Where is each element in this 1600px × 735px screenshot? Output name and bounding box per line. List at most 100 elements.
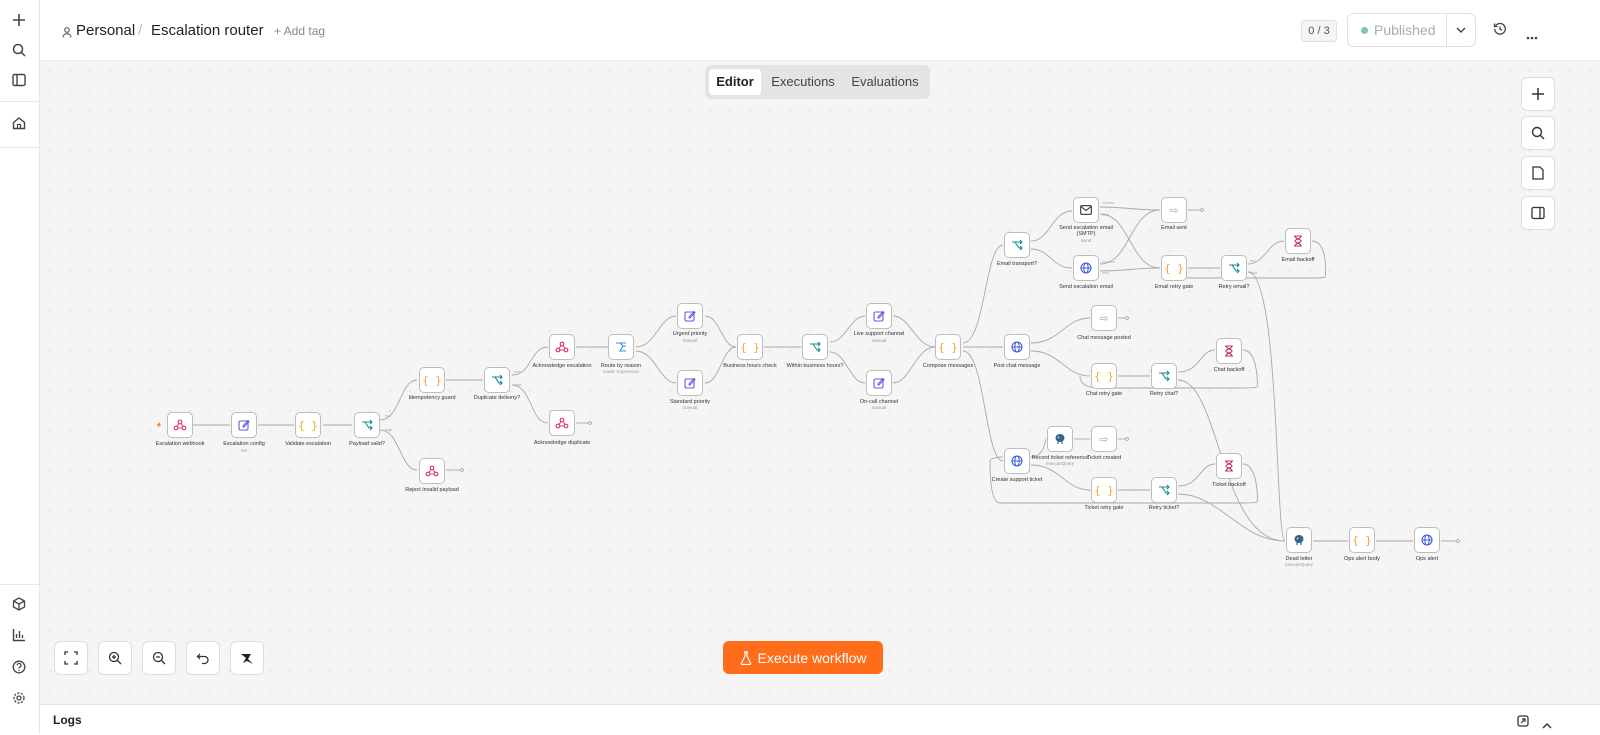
node-record-ticket-reference[interactable] (1047, 426, 1073, 452)
node-email-transport[interactable] (1004, 232, 1030, 258)
node-duplicate-delivery[interactable] (484, 367, 510, 393)
node-label: Retry chat? (1149, 391, 1179, 397)
node-label: Reject invalid payload (405, 487, 459, 493)
node-payload-valid[interactable] (354, 412, 380, 438)
node-label: Ops alert (1415, 556, 1439, 562)
chart-icon[interactable] (7, 623, 31, 647)
node-create-support-ticket[interactable] (1004, 448, 1030, 474)
webhook-icon (173, 419, 187, 431)
node-route-by-reason[interactable] (608, 334, 634, 360)
node-label: Send escalation email (1059, 284, 1113, 290)
node-acknowledge-escalation[interactable] (549, 334, 575, 360)
node-dead-letter[interactable] (1286, 527, 1312, 553)
fit-view-button[interactable] (54, 641, 88, 675)
node-ops-alert[interactable] (1414, 527, 1440, 553)
port-label: false (514, 383, 522, 387)
node-subtitle: set (240, 448, 248, 453)
add-tag-button[interactable]: + Add tag (274, 24, 325, 38)
globe-icon (1011, 341, 1023, 353)
help-icon[interactable] (7, 655, 31, 679)
node-chat-retry-gate[interactable]: { } (1091, 363, 1117, 389)
publish-label: Published (1374, 22, 1436, 38)
node-ticket-retry-gate[interactable]: { } (1091, 477, 1117, 503)
node-validate-escalation[interactable]: { } (295, 412, 321, 438)
node-retry-ticket[interactable] (1151, 477, 1177, 503)
node-email-retry-gate[interactable]: { } (1161, 255, 1187, 281)
node-send-escalation-email-smtp[interactable] (1073, 197, 1099, 223)
add-sticky-note-button[interactable] (1521, 156, 1555, 190)
node-email-backoff[interactable] (1285, 228, 1311, 254)
node-ticket-created[interactable]: ⇨ (1091, 426, 1117, 452)
packages-icon[interactable] (7, 592, 31, 616)
node-urgent-priority[interactable] (677, 303, 703, 329)
publish-button[interactable]: Published (1347, 13, 1449, 47)
node-on-call-channel[interactable] (866, 370, 892, 396)
code-icon: { } (938, 340, 958, 354)
publish-dropdown-button[interactable] (1446, 13, 1476, 47)
node-ops-alert-body[interactable]: { } (1349, 527, 1375, 553)
node-reject-invalid-payload[interactable] (419, 458, 445, 484)
node-standard-priority[interactable] (677, 370, 703, 396)
node-business-hours-check[interactable]: { } (737, 334, 763, 360)
hourglass-icon (1225, 345, 1233, 357)
pop-out-icon[interactable] (1517, 714, 1529, 732)
plus-icon[interactable] (7, 8, 31, 32)
zoom-out-button[interactable] (142, 641, 176, 675)
chevron-up-icon[interactable] (1542, 716, 1552, 734)
node-label: Ticket retry gate (1084, 505, 1124, 511)
breadcrumb-project[interactable]: Personal (76, 22, 135, 39)
node-send-escalation-email[interactable] (1073, 255, 1099, 281)
home-icon[interactable] (7, 111, 31, 135)
tidy-up-icon (241, 654, 253, 664)
add-node-button[interactable] (1521, 77, 1555, 111)
undo-button[interactable] (186, 641, 220, 675)
tab-editor[interactable]: Editor (709, 69, 761, 95)
node-ticket-backoff[interactable] (1216, 453, 1242, 479)
hourglass-icon (1294, 235, 1302, 247)
breadcrumb-separator: / (138, 22, 143, 39)
node-chat-backoff[interactable] (1216, 338, 1242, 364)
code-icon: { } (298, 418, 318, 432)
node-idempotency-guard[interactable]: { } (419, 367, 445, 393)
more-options-icon[interactable] (1526, 27, 1538, 45)
arrow-right-icon: ⇨ (1099, 433, 1109, 446)
node-email-sent[interactable]: ⇨ (1161, 197, 1187, 223)
node-escalation-webhook[interactable] (167, 412, 193, 438)
sidebar-icon[interactable] (7, 68, 31, 92)
workflow-canvas[interactable]: Escalation webhook Escalation config set… (40, 61, 1600, 704)
workflow-name[interactable]: Escalation router (151, 22, 264, 39)
tidy-up-button[interactable] (230, 641, 264, 675)
if-branch-icon (1159, 370, 1170, 382)
execute-workflow-button[interactable]: Execute workflow (723, 641, 883, 674)
edit-icon (873, 310, 885, 322)
zoom-in-button[interactable] (98, 641, 132, 675)
logs-label: Logs (53, 713, 82, 727)
postgres-icon (1294, 535, 1304, 545)
node-escalation-config[interactable] (231, 412, 257, 438)
toggle-panel-button[interactable] (1521, 196, 1555, 230)
left-sidebar (0, 0, 40, 734)
node-post-chat-message[interactable] (1004, 334, 1030, 360)
port-label: success (1102, 260, 1115, 264)
node-label: Compose messages (922, 363, 974, 369)
user-icon (62, 25, 72, 43)
search-icon[interactable] (7, 38, 31, 62)
logs-panel-bar[interactable]: Logs (40, 704, 1600, 735)
settings-icon[interactable] (7, 686, 31, 710)
node-within-business-hours[interactable] (802, 334, 828, 360)
node-compose-messages[interactable]: { } (935, 334, 961, 360)
note-icon (1532, 166, 1544, 180)
node-acknowledge-duplicate[interactable] (549, 410, 575, 436)
node-chat-message-posted[interactable]: ⇨ (1091, 305, 1117, 331)
node-retry-chat[interactable] (1151, 363, 1177, 389)
node-live-support-channel[interactable] (866, 303, 892, 329)
tab-executions[interactable]: Executions (765, 69, 841, 95)
node-retry-email[interactable] (1221, 255, 1247, 281)
search-nodes-button[interactable] (1521, 116, 1555, 150)
port-label: true (385, 414, 392, 418)
tab-evaluations[interactable]: Evaluations (845, 69, 925, 95)
history-icon[interactable] (1493, 22, 1507, 41)
plus-icon (1532, 88, 1544, 100)
node-label: Email retry gate (1154, 284, 1194, 290)
version-counter: 0 / 3 (1301, 20, 1337, 42)
